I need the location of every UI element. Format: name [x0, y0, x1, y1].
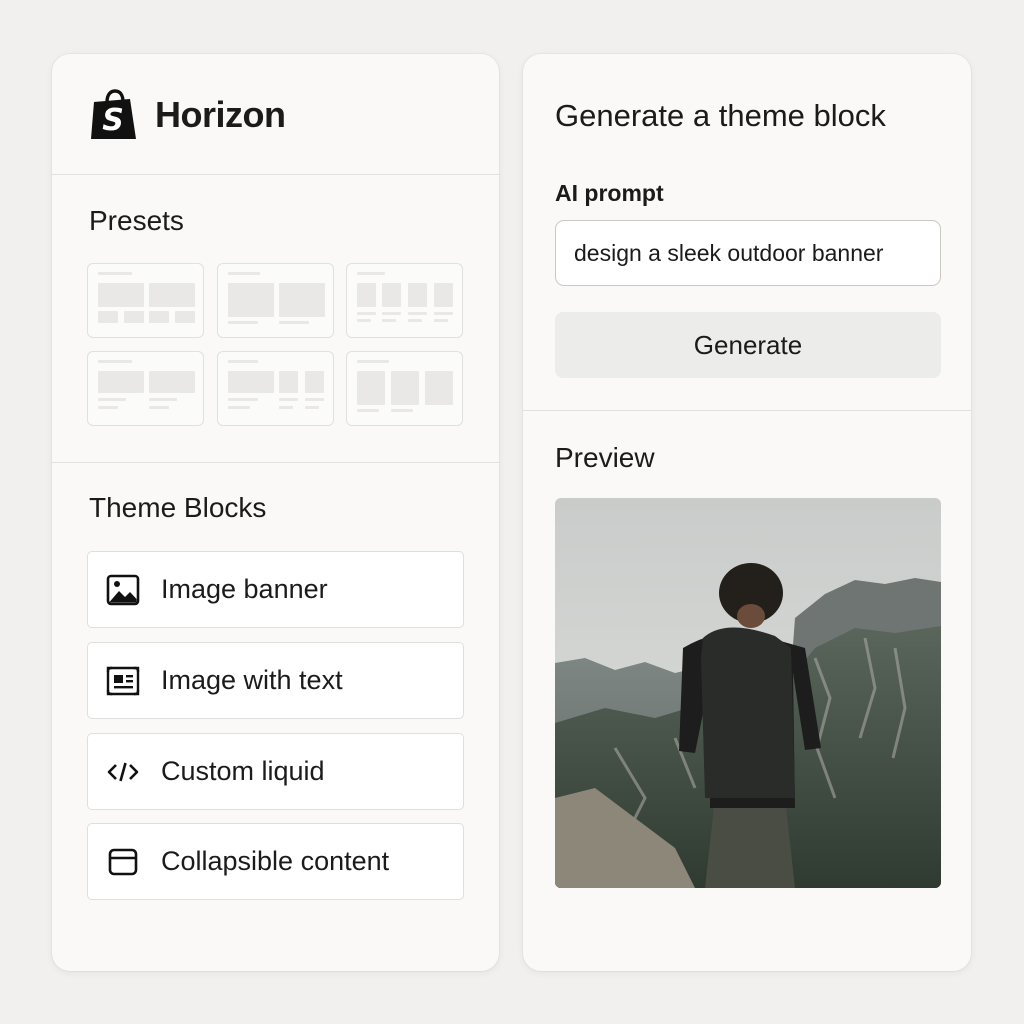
image-icon [106, 573, 140, 607]
theme-block-label: Collapsible content [161, 846, 390, 876]
theme-blocks-title: Theme Blocks [89, 492, 267, 523]
generator-panel: Generate a theme block AI prompt Generat… [523, 54, 971, 971]
theme-block-label: Custom liquid [161, 756, 325, 786]
theme-block-image-banner[interactable]: Image banner [87, 551, 464, 628]
preset-card[interactable] [346, 263, 463, 338]
ai-prompt-input[interactable] [555, 220, 941, 286]
svg-text:S: S [102, 103, 124, 138]
image-with-text-icon [106, 664, 140, 698]
preview-image [555, 498, 941, 888]
presets-title: Presets [89, 205, 184, 236]
preset-card[interactable] [217, 263, 334, 338]
left-sidebar-panel: S Horizon Presets Theme Blocks Image ban… [52, 54, 499, 971]
generator-heading: Generate a theme block [555, 98, 886, 133]
theme-block-custom-liquid[interactable]: Custom liquid [87, 733, 464, 810]
preview-title: Preview [555, 442, 655, 473]
preset-card[interactable] [346, 351, 463, 426]
brand-name: Horizon [155, 94, 286, 135]
shopping-bag-logo-icon: S [90, 89, 138, 141]
preset-card[interactable] [87, 351, 204, 426]
divider [52, 174, 499, 175]
theme-block-collapsible-content[interactable]: Collapsible content [87, 823, 464, 900]
theme-block-image-with-text[interactable]: Image with text [87, 642, 464, 719]
code-icon [106, 755, 140, 789]
collapsible-icon [106, 845, 140, 879]
theme-block-label: Image with text [161, 665, 343, 695]
preset-card[interactable] [217, 351, 334, 426]
brand: S Horizon [90, 88, 286, 142]
generate-button[interactable]: Generate [555, 312, 941, 378]
preset-card[interactable] [87, 263, 204, 338]
theme-block-label: Image banner [161, 574, 328, 604]
ai-prompt-label: AI prompt [555, 180, 664, 206]
divider [52, 462, 499, 463]
divider [523, 410, 971, 411]
